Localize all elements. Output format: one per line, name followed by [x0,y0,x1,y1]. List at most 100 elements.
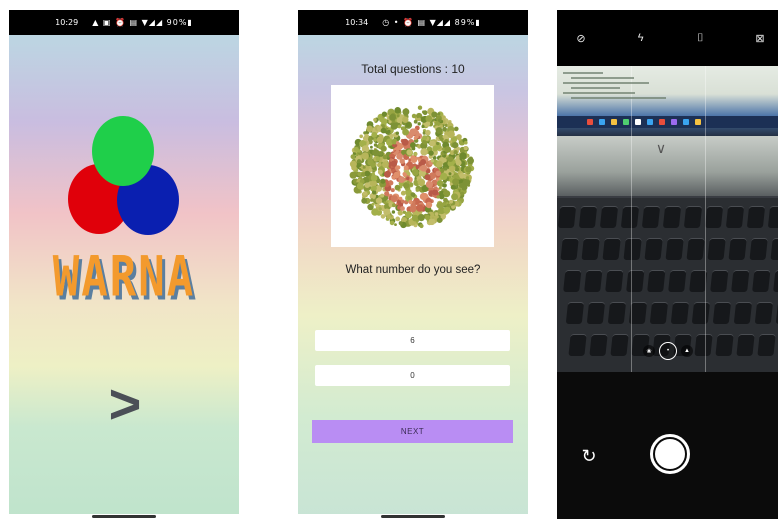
plate-dot [387,129,391,134]
plate-dot [373,118,377,122]
viewfinder-key [704,206,724,228]
shutter-button[interactable] [650,434,690,474]
camera-viewfinder[interactable]: ∨ ❀ • ▲ [557,66,778,372]
aspect-ratio-icon[interactable]: ⌷ [692,32,708,45]
status-bar: 10:34 ◷ • ⏰ ▤ ▼◢◢ 89%▮ [298,10,528,35]
plate-dot [443,206,451,214]
plate-dot [424,174,431,181]
viewfinder-key [757,334,776,356]
answer-option[interactable]: 0 [315,365,510,386]
hdr-off-icon[interactable]: ⊠ [752,32,768,45]
status-time: 10:29 [55,18,79,27]
plate-dot [459,152,467,160]
status-icons: ◷ • ⏰ ▤ ▼◢◢ 89%▮ [382,18,481,27]
plate-dot [439,137,444,142]
plate-dot [405,122,411,127]
plate-dot [372,185,377,191]
viewfinder-code-line [563,72,603,74]
plate-dot [415,166,419,170]
lens-standard-option[interactable]: • [659,342,677,360]
plate-dot [392,203,396,208]
lens-macro-option[interactable]: ❀ [643,345,655,357]
viewfinder-key [586,302,606,324]
plate-dot [371,208,379,216]
plate-dot [376,136,384,144]
plate-dot [412,200,416,204]
plate-dot [436,141,440,146]
flip-camera-icon[interactable]: ↻ [579,446,599,466]
plate-dot [395,149,400,154]
plate-dot [375,156,381,162]
plate-dot [393,171,400,179]
taskbar-icon [587,119,593,125]
plate-dot [425,201,433,209]
plate-dot [396,117,402,123]
plate-dot [447,121,452,126]
viewfinder-key [767,206,778,228]
plate-dot [370,145,373,149]
plate-dot [375,197,383,204]
camera-toolbar: ⊘ ϟ ⌷ ⊠ [557,10,778,66]
plate-dot [437,112,441,116]
plate-dot [380,145,387,152]
plate-dot [361,197,368,204]
timer-off-icon[interactable]: ⊘ [573,32,589,45]
logo-green-circle [92,116,154,186]
viewfinder-key [581,238,600,260]
answer-option[interactable]: 6 [315,330,510,351]
flash-off-icon[interactable]: ϟ [633,32,649,44]
plate-dot [422,110,428,116]
plate-dot [389,220,395,226]
plate-dot [384,170,391,178]
plate-dot [396,153,403,160]
plate-dot [390,195,398,203]
total-questions-label: Total questions : 10 [361,62,465,76]
plate-dot [424,214,431,220]
plate-dot [378,207,382,211]
question-text: What number do you see? [345,264,481,276]
plate-dot [410,192,415,197]
plate-dot [360,172,366,177]
taskbar-icon [623,119,629,125]
viewfinder-key [770,238,778,260]
plate-dot [390,188,395,193]
plate-dot [389,113,396,121]
plate-dot [421,124,425,129]
plate-dot [447,156,454,162]
lens-wide-option[interactable]: ▲ [681,345,693,357]
plate-dot [450,184,456,190]
plate-dot [443,197,448,203]
plate-dot [396,114,400,118]
plate-dot [371,131,378,138]
plate-dot [459,172,465,179]
plate-dot [425,180,433,188]
plate-dot [391,210,396,214]
plate-dot [434,212,439,216]
gesture-bar [298,514,528,519]
splash-screen: 10:29 ▲ ▣ ⏰ ▤ ▼◢◢ 90%▮ WARNA > [9,10,239,519]
plate-dot [438,186,442,190]
next-button[interactable]: NEXT [312,420,513,443]
status-time: 10:34 [345,18,369,27]
viewfinder-key [563,270,582,292]
plate-dot [406,176,410,181]
ishihara-plate-image [349,105,475,229]
plate-dot [362,165,366,169]
plate-dot [410,142,416,149]
plate-dot [394,107,401,114]
plate-dot [356,182,364,190]
plate-dot [431,111,438,118]
plate-dot [409,205,417,213]
taskbar-icon [695,119,701,125]
chevron-right-icon[interactable]: > [105,376,145,432]
plate-dot [394,184,401,191]
viewfinder-key [602,238,621,260]
plate-dot [419,223,424,229]
plate-dot [370,198,374,202]
plate-dot [389,158,393,162]
plate-dot [349,160,357,168]
quiz-screen: 10:34 ◷ • ⏰ ▤ ▼◢◢ 89%▮ Total questions :… [298,10,528,519]
plate-dot [417,214,425,222]
plate-dot [455,159,462,166]
plate-dot [420,193,427,200]
